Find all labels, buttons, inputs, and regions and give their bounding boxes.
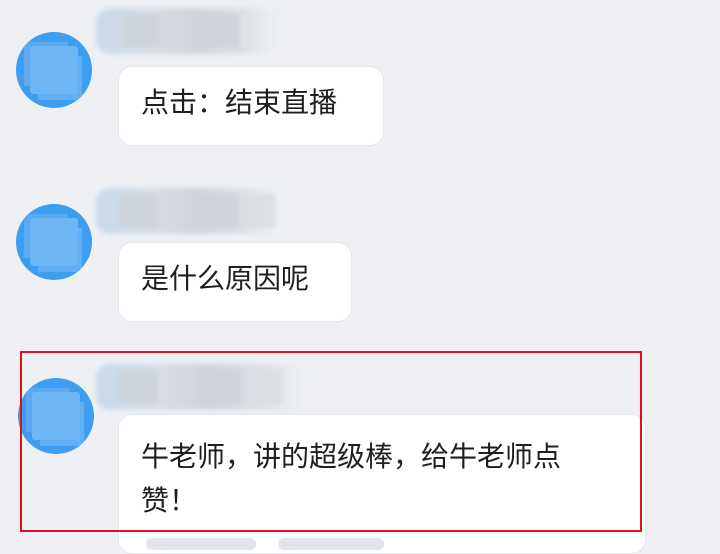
message-bubble[interactable]: 是什么原因呢 [118,242,352,322]
reaction-pill[interactable] [146,538,256,550]
sender-name-blurred [96,8,280,54]
highlight-box [20,351,642,532]
message-text: 是什么原因呢 [141,262,310,295]
message-text: 点击：结束直播 [141,86,338,119]
sender-name-blurred [96,188,280,234]
user-avatar-icon[interactable] [16,204,92,280]
reaction-pill[interactable] [278,538,384,550]
user-avatar-icon[interactable] [16,32,92,108]
message-bubble[interactable]: 点击：结束直播 [118,66,384,146]
